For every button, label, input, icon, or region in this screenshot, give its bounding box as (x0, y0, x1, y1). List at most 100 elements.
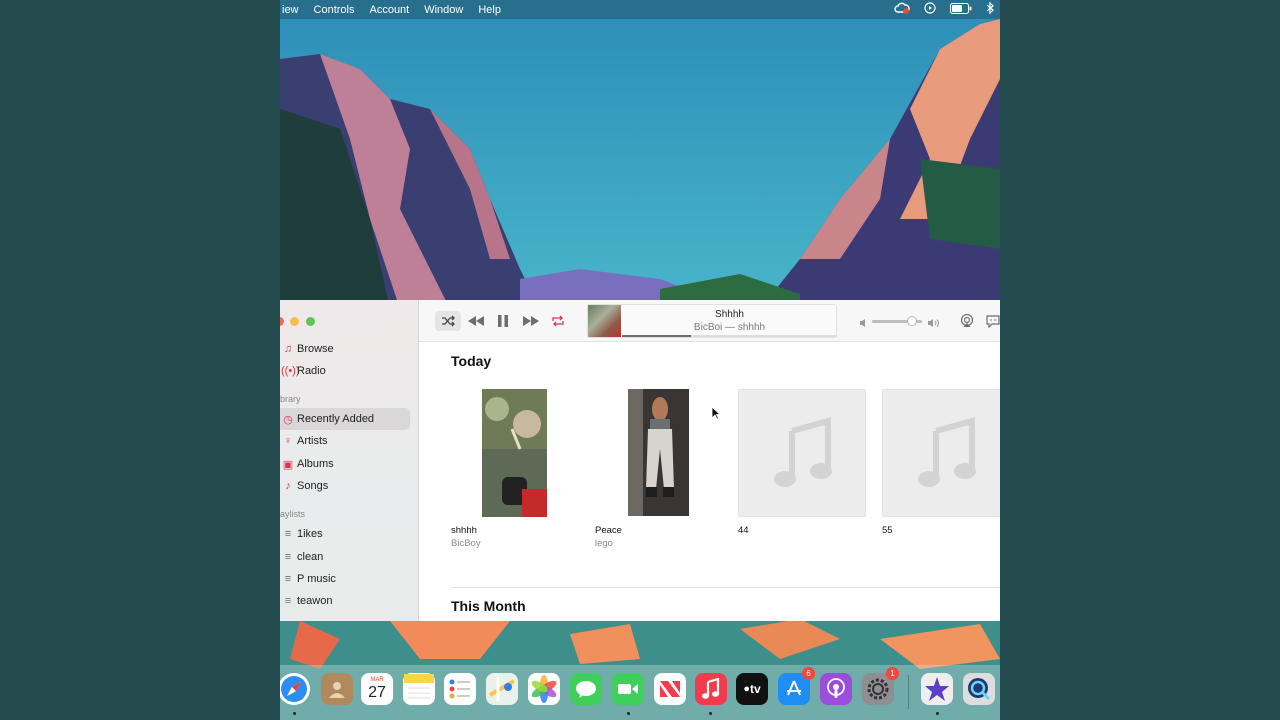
sidebar-item-radio[interactable]: ((•)) Radio (280, 360, 410, 382)
sidebar-item-browse[interactable]: ♫ Browse (280, 338, 410, 360)
playlists-heading: aylists (280, 509, 306, 519)
now-playing-title: Shhhh (715, 309, 744, 320)
shuffle-icon (442, 315, 455, 327)
podcasts-icon (827, 678, 845, 698)
album-cover-placeholder (882, 389, 1000, 517)
music-note-icon: ♫ (283, 343, 293, 355)
notification-badge: 6 (802, 667, 815, 680)
sidebar-item-playlist[interactable]: ≡ teawon (280, 590, 410, 612)
sidebar-item-albums[interactable]: ▣ Albums (280, 453, 410, 475)
dock: MAR 27 ● tv 6 1 (280, 665, 1000, 720)
dock-messages[interactable] (570, 673, 602, 705)
sidebar-item-playlist[interactable]: ≡ clean (280, 546, 410, 568)
creative-cloud-icon[interactable] (894, 2, 910, 17)
sidebar-item-label: Albums (297, 458, 334, 470)
app-store-icon (787, 680, 801, 696)
calendar-day: 27 (368, 684, 386, 701)
quicktime-icon (968, 678, 991, 701)
dock-calendar[interactable]: MAR 27 (361, 673, 393, 705)
calendar-month: MAR (370, 677, 384, 683)
now-playing-subtitle: BicBoi — shhhh (693, 322, 766, 333)
sidebar-item-label: Recently Added (297, 413, 375, 425)
running-indicator (293, 712, 296, 715)
dock-maps[interactable] (486, 673, 518, 705)
repeat-button[interactable] (549, 311, 567, 331)
menu-controls[interactable]: Controls (314, 4, 355, 16)
running-indicator (936, 712, 939, 715)
fast-forward-icon (523, 316, 539, 326)
shuffle-button[interactable] (435, 311, 461, 331)
dock-contacts[interactable] (321, 673, 353, 705)
dock-system-preferences[interactable]: 1 (862, 667, 899, 705)
mouse-cursor (711, 406, 721, 420)
play-status-icon[interactable] (924, 2, 936, 17)
volume-knob[interactable] (907, 316, 917, 326)
clock-icon: ◷ (283, 413, 293, 426)
sidebar-item-artists[interactable]: ♀ Artists (280, 430, 410, 452)
playlist-icon: ≡ (284, 595, 292, 607)
messages-bubble-icon (576, 681, 596, 698)
airplay-icon (960, 314, 974, 327)
dock-podcasts[interactable] (820, 673, 852, 705)
minimize-button[interactable] (290, 317, 299, 326)
dock-imovie[interactable] (921, 673, 953, 705)
playlist-icon: ≡ (284, 551, 292, 563)
dock-apple-tv[interactable]: ● tv (736, 673, 768, 705)
lyrics-button[interactable] (985, 311, 1000, 331)
sidebar-item-label: Radio (297, 365, 326, 377)
radio-waves-icon: ((•)) (281, 365, 300, 377)
now-playing-display[interactable]: Shhhh BicBoi — shhhh (587, 304, 837, 338)
player-toolbar: Shhhh BicBoi — shhhh (419, 300, 1000, 342)
music-note-icon: ♪ (285, 480, 291, 492)
facetime-camera-icon (618, 684, 638, 694)
sidebar-item-recently-added[interactable]: ◷ Recently Added (280, 408, 410, 430)
playback-progress[interactable] (622, 335, 837, 337)
menu-account[interactable]: Account (369, 4, 409, 16)
sidebar-item-playlist[interactable]: ≡ 1ikes (280, 523, 410, 545)
music-window: ♫ Browse ((•)) Radio brary ◷ Recently Ad… (280, 300, 1000, 621)
microphone-icon: ♀ (283, 435, 293, 447)
lyrics-icon (986, 315, 1000, 328)
playback-progress-fill (622, 335, 691, 337)
close-button[interactable] (280, 317, 284, 326)
airplay-button[interactable] (959, 311, 975, 331)
apple-tv-label: tv (749, 682, 761, 696)
battery-icon[interactable] (950, 2, 972, 17)
menubar: iew Controls Account Window Help (280, 0, 1000, 19)
music-note-icon (702, 678, 720, 699)
dock-music[interactable] (695, 673, 727, 705)
photos-flower-icon (531, 675, 557, 703)
dock-facetime[interactable] (612, 673, 644, 705)
dock-separator (908, 675, 909, 709)
sidebar-item-songs[interactable]: ♪ Songs (280, 475, 410, 497)
sidebar-item-playlist[interactable]: ≡ P music (280, 568, 410, 590)
pause-button[interactable] (494, 311, 512, 331)
dock-quicktime[interactable] (963, 673, 995, 705)
sidebar: ♫ Browse ((•)) Radio brary ◷ Recently Ad… (280, 300, 419, 621)
running-indicator (627, 712, 630, 715)
bluetooth-icon[interactable] (986, 1, 994, 17)
volume-slider[interactable] (859, 314, 941, 328)
zoom-button[interactable] (306, 317, 315, 326)
next-button[interactable] (520, 311, 542, 331)
dock-notes[interactable] (403, 673, 435, 705)
menu-view[interactable]: iew (282, 4, 299, 16)
dock-reminders[interactable] (444, 673, 476, 705)
dock-app-store[interactable]: 6 (778, 667, 815, 705)
album-title: 44 (738, 525, 749, 536)
dock-news[interactable] (654, 673, 686, 705)
dock-safari[interactable] (280, 673, 310, 705)
album-artist: BicBoy (451, 538, 481, 549)
album-cover (628, 389, 689, 516)
section-title-today: Today (451, 353, 492, 369)
menu-window[interactable]: Window (424, 4, 463, 16)
menu-help[interactable]: Help (478, 4, 501, 16)
album-icon: ▣ (282, 458, 294, 471)
dock-photos[interactable] (528, 673, 560, 705)
pause-icon (498, 315, 508, 327)
music-note-icon (774, 417, 832, 487)
album-artist: lego (595, 538, 613, 549)
notes-icon (404, 674, 434, 699)
sidebar-item-label: Browse (297, 343, 334, 355)
previous-button[interactable] (465, 311, 487, 331)
